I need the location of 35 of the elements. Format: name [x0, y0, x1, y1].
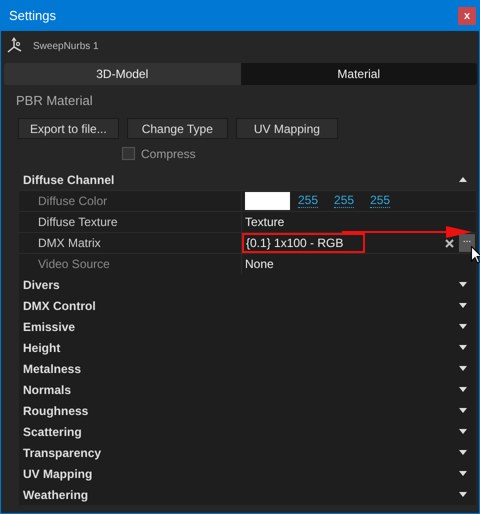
section-header[interactable]: UV Mapping [19, 463, 476, 484]
clear-icon[interactable] [445, 238, 454, 248]
object-name: SweepNurbs 1 [33, 40, 99, 52]
section-header[interactable]: Weathering [19, 484, 476, 505]
axes-icon [6, 37, 24, 55]
property-label: Diffuse Color [19, 191, 242, 211]
browse-button[interactable]: ... [459, 234, 475, 252]
section-header[interactable]: Emissive [19, 316, 476, 337]
section-header[interactable]: Roughness [19, 400, 476, 421]
property-label: Diffuse Texture [19, 212, 242, 232]
action-button[interactable]: Change Type [126, 118, 228, 139]
tab[interactable]: Material [240, 63, 477, 85]
property-label: DMX Matrix [19, 233, 242, 253]
section-header[interactable]: Diffuse Channel [19, 169, 476, 190]
section-header[interactable]: Metalness [19, 358, 476, 379]
color-swatch[interactable] [245, 192, 290, 210]
property-value: Texture [245, 215, 284, 229]
checkbox[interactable] [122, 147, 135, 160]
section-header[interactable]: Scattering [19, 421, 476, 442]
checkbox-label: Compress [141, 146, 196, 160]
section-header[interactable]: Height [19, 337, 476, 358]
close-button[interactable]: x [458, 6, 476, 24]
tab[interactable]: 3D-Model [4, 63, 240, 85]
window-title: Settings [9, 8, 57, 23]
section-header[interactable]: Divers [19, 274, 476, 295]
property-value: {0.1} 1x100 - RGB [242, 233, 366, 253]
section-header[interactable]: Normals [19, 379, 476, 400]
action-button[interactable]: UV Mapping [236, 118, 338, 139]
section-heading: PBR Material [15, 92, 94, 110]
cursor-icon [471, 246, 480, 264]
action-button[interactable]: Export to file... [18, 118, 119, 139]
section-header[interactable]: DMX Control [19, 295, 476, 316]
property-value: None [245, 257, 274, 271]
section-header[interactable]: Transparency [19, 442, 476, 463]
property-label: Video Source [19, 254, 242, 274]
